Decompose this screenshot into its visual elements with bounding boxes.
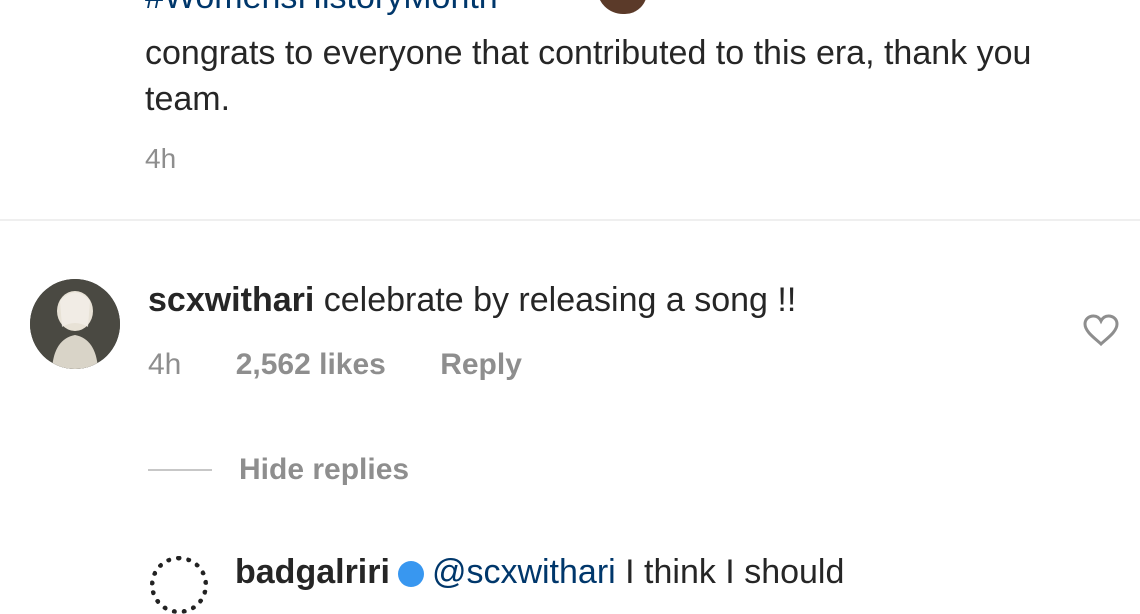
caption-text: congrats to everyone that contributed to… xyxy=(145,34,1032,118)
hide-replies-button[interactable]: Hide replies xyxy=(239,453,409,487)
verified-badge-icon xyxy=(397,561,424,588)
comment-username[interactable]: scxwithari xyxy=(148,281,314,319)
emoji xyxy=(597,0,647,14)
reply-button[interactable]: Reply xyxy=(440,348,522,381)
reply-mention[interactable]: @scxwithari xyxy=(432,553,616,591)
comment-likes[interactable]: 2,562 likes xyxy=(236,348,386,381)
avatar-image xyxy=(30,279,120,369)
reply-avatar[interactable] xyxy=(150,556,208,614)
caption-timestamp: 4h xyxy=(145,143,177,174)
comment-text: celebrate by releasing a song !! xyxy=(314,281,797,319)
reply-line: badgalriri @scxwithari I think I should xyxy=(235,553,844,592)
caption-hashtag[interactable]: #WomensHistoryMonth xyxy=(145,0,498,17)
comment-line: scxwithari celebrate by releasing a song… xyxy=(148,281,796,320)
comment-avatar[interactable] xyxy=(30,279,120,369)
reply-text: I think I should xyxy=(615,553,845,591)
heart-icon[interactable] xyxy=(1082,313,1120,347)
divider xyxy=(0,219,1140,221)
hide-replies-line xyxy=(148,469,212,471)
comment-meta: 4h 2,562 likes Reply xyxy=(148,348,568,382)
comment-timestamp: 4h xyxy=(148,348,182,381)
reply-username[interactable]: badgalriri xyxy=(235,553,390,591)
